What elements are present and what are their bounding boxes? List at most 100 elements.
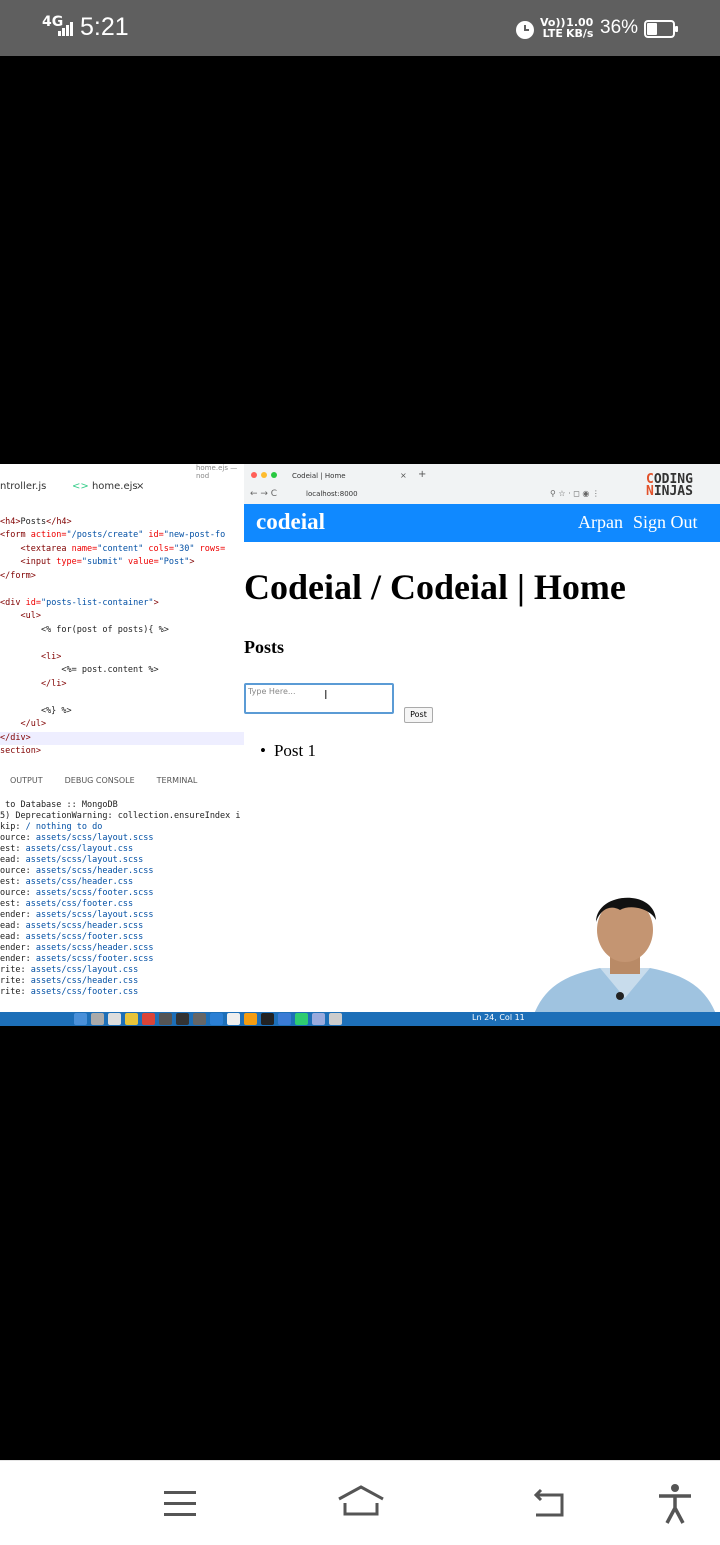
code-line: </ul> [0, 719, 47, 729]
finder-icon[interactable] [74, 1013, 87, 1025]
browser-tab[interactable]: Codeial | Home [292, 472, 346, 480]
accessibility-icon[interactable] [656, 1483, 694, 1525]
settings-icon[interactable] [159, 1013, 172, 1025]
code-line: </form> [0, 570, 36, 581]
address-bar[interactable]: localhost:8000 [306, 490, 358, 498]
user-profile-link[interactable]: Arpan [578, 512, 623, 533]
tab-controller-js[interactable]: ntroller.js [0, 481, 46, 492]
app-dock[interactable] [74, 1013, 382, 1025]
terminal-line: ource: assets/scss/layout.scss [0, 833, 154, 843]
folder-icon[interactable] [125, 1013, 138, 1025]
terminal-line: ead: assets/scss/footer.scss [0, 932, 144, 942]
terminal-line: to Database :: MongoDB [0, 800, 118, 810]
github-icon[interactable] [193, 1013, 206, 1025]
terminal-line: ender: assets/scss/layout.scss [0, 910, 154, 920]
site-header: codeial Arpan Sign Out [244, 504, 720, 542]
downloads-icon[interactable] [312, 1013, 325, 1025]
close-tab-icon[interactable]: × [136, 481, 144, 492]
code-area[interactable]: <h4>Posts</h4> <form action="/posts/creat… [0, 502, 244, 786]
terminal-line: ender: assets/scss/footer.scss [0, 954, 154, 964]
battery-percent: 36% [600, 17, 639, 38]
network-speed: 1.00 KB/s [566, 16, 594, 40]
close-window-icon[interactable] [251, 472, 257, 478]
back-icon[interactable] [528, 1487, 570, 1519]
terminal-line: est: assets/css/footer.css [0, 899, 134, 909]
panel-tabs: OUTPUT DEBUG CONSOLE TERMINAL [10, 776, 219, 785]
terminal-line: rite: assets/css/footer.css [0, 987, 139, 997]
sign-out-link[interactable]: Sign Out [633, 512, 698, 533]
maximize-window-icon[interactable] [271, 472, 277, 478]
terminal-line: kip: / nothing to do [0, 822, 103, 832]
notes-icon[interactable] [108, 1013, 121, 1025]
post-content-textarea[interactable]: Type Here... [244, 683, 394, 714]
code-line: <% for(post of posts){ %> [0, 624, 169, 635]
editor-tab-bar: ntroller.js <> home.ejs × [0, 478, 244, 498]
terminal-line: rite: assets/css/layout.css [0, 965, 139, 975]
list-item: • Post 1 [260, 741, 316, 760]
new-tab-icon[interactable]: + [418, 469, 426, 480]
text-cursor-icon: I [324, 688, 328, 702]
terminal-line: est: assets/css/layout.css [0, 844, 134, 854]
preview-icon[interactable] [227, 1013, 240, 1025]
terminal-line: ead: assets/scss/layout.scss [0, 855, 144, 865]
code-line: <%} %> [0, 705, 72, 716]
signal-icon [58, 22, 73, 36]
android-icon[interactable] [295, 1013, 308, 1025]
vscode-icon[interactable] [210, 1013, 223, 1025]
volte-indicator: Vo)) LTE [540, 16, 566, 40]
post-button[interactable]: Post [404, 707, 433, 723]
terminal-line: 5) DeprecationWarning: collection.ensure… [0, 811, 241, 821]
clock: 5:21 [80, 13, 129, 41]
sublime-icon[interactable] [244, 1013, 257, 1025]
code-line: <li> [0, 651, 62, 662]
tab-output[interactable]: OUTPUT [10, 776, 43, 785]
chrome-icon[interactable] [142, 1013, 155, 1025]
tab-terminal[interactable]: TERMINAL [157, 776, 198, 785]
status-bar: 4G 5:21 Vo)) LTE 1.00 KB/s 36% [0, 0, 720, 56]
code-line: <input type="submit" value="Post"> [0, 557, 195, 567]
launchpad-icon[interactable] [91, 1013, 104, 1025]
code-line: section> [0, 746, 41, 756]
trash-icon[interactable] [329, 1013, 342, 1025]
code-line: <h4>Posts</h4> [0, 516, 72, 527]
terminal-line: est: assets/css/header.css [0, 877, 134, 887]
terminal-line: ender: assets/scss/header.scss [0, 943, 154, 953]
close-tab-icon[interactable]: × [400, 471, 407, 480]
help-icon[interactable] [278, 1013, 291, 1025]
code-line: <form action="/posts/create" id="new-pos… [0, 530, 226, 540]
toolbar-icons[interactable]: ⚲ ☆ · ◻ ◉ ⋮ [550, 489, 600, 498]
code-line: <ul> [0, 611, 41, 621]
android-nav-bar [0, 1460, 720, 1545]
obs-icon[interactable] [176, 1013, 189, 1025]
terminal-output[interactable]: to Database :: MongoDB 5) DeprecationWarn… [0, 800, 244, 998]
minimize-window-icon[interactable] [261, 472, 267, 478]
code-line: <div id="posts-list-container"> [0, 597, 159, 608]
posts-heading: Posts [244, 637, 284, 657]
code-line-current: </div> [0, 731, 244, 745]
code-editor: home.ejs — nod ntroller.js <> home.ejs ×… [0, 464, 245, 1012]
battery-icon [644, 20, 678, 38]
coding-ninjas-logo: CODING NINJAS [646, 472, 693, 499]
terminal-line: rite: assets/css/header.css [0, 976, 139, 986]
terminal-line: ource: assets/scss/footer.scss [0, 888, 154, 898]
code-line: <textarea name="content" cols="30" rows= [0, 543, 226, 554]
tab-debug-console[interactable]: DEBUG CONSOLE [65, 776, 135, 785]
code-line: </li> [0, 678, 67, 689]
nav-buttons-icon[interactable]: ← → C [250, 489, 277, 499]
terminal-line: ead: assets/scss/header.scss [0, 921, 144, 931]
code-file-icon: <> [72, 481, 89, 492]
presenter-webcam [530, 897, 720, 1026]
desktop-taskbar: Ln 24, Col 11 [0, 1012, 720, 1026]
terminal-line: ource: assets/scss/header.scss [0, 866, 154, 876]
terminal-icon[interactable] [261, 1013, 274, 1025]
menu-icon[interactable] [162, 1489, 198, 1519]
posts-list: • Post 1 [260, 741, 316, 761]
site-logo[interactable]: codeial [256, 509, 325, 535]
home-icon[interactable] [336, 1483, 386, 1519]
tab-home-ejs[interactable]: <> home.ejs [72, 481, 138, 492]
video-frame[interactable]: home.ejs — nod ntroller.js <> home.ejs ×… [0, 464, 720, 1026]
code-line: <%= post.content %> [0, 665, 159, 675]
